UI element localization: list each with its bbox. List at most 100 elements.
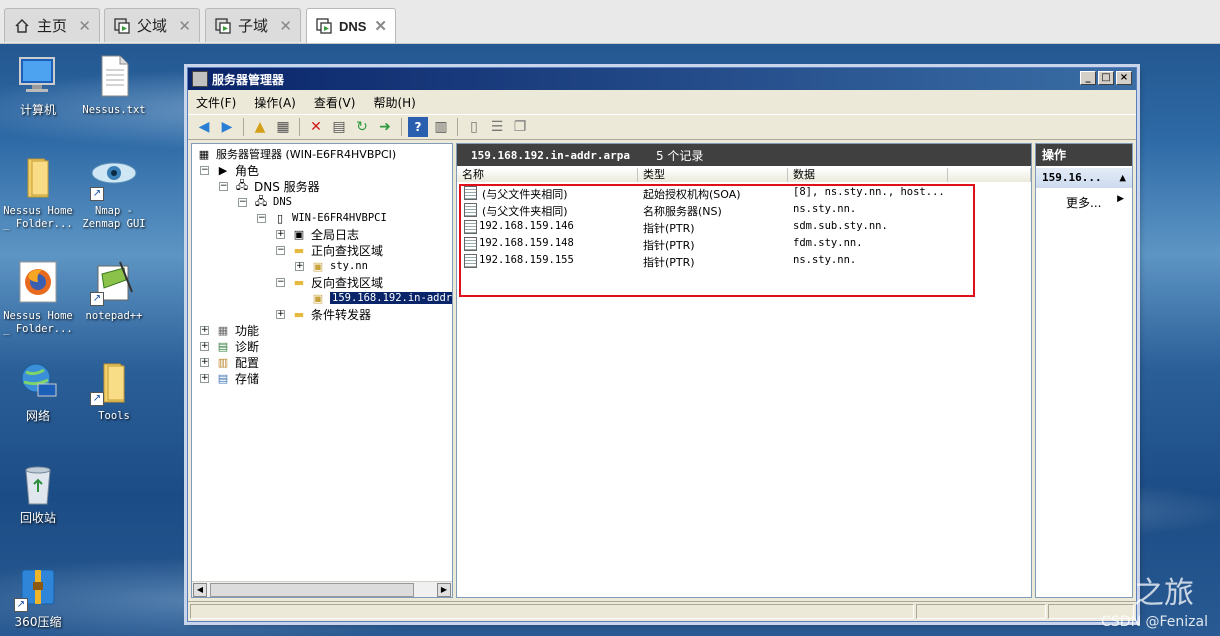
window-titlebar[interactable]: 服务器管理器 _ □ × xyxy=(188,68,1136,90)
desktop-icon-tools[interactable]: ↗ Tools xyxy=(74,358,154,423)
actions-pane: 操作 159.16... ▲ 更多... ▶ xyxy=(1035,143,1133,598)
tree-forward-zone-sty[interactable]: + ▣ sty.nn xyxy=(295,258,368,274)
up-folder-icon[interactable]: ▲ xyxy=(250,117,270,137)
text-file-icon xyxy=(90,52,138,100)
tree-dns-host[interactable]: − ▯ WIN-E6FR4HVBPCI xyxy=(257,210,387,226)
column-header-name[interactable]: 名称 xyxy=(457,168,638,182)
shortcut-arrow-icon: ↗ xyxy=(14,598,28,612)
diagnostics-icon: ▤ xyxy=(217,339,229,353)
event-log-icon: ▣ xyxy=(293,227,305,241)
delete-icon[interactable]: ✕ xyxy=(306,117,326,137)
vm-icon xyxy=(315,17,333,35)
tree-roles[interactable]: − ▶ 角色 xyxy=(200,162,259,178)
tree-dns-server-role[interactable]: − 🖧 DNS 服务器 xyxy=(219,178,320,194)
scroll-thumb[interactable] xyxy=(210,583,414,597)
maximize-button[interactable]: □ xyxy=(1098,71,1114,85)
collapse-icon[interactable]: − xyxy=(276,277,285,287)
refresh-icon[interactable]: ↻ xyxy=(352,117,372,137)
server-icon[interactable]: ▯ xyxy=(464,117,484,137)
close-icon[interactable]: ✕ xyxy=(374,17,387,35)
desktop-icon-notepadpp[interactable]: ↗ notepad++ xyxy=(74,258,154,323)
actions-header: 操作 xyxy=(1036,144,1132,166)
actions-section[interactable]: 159.16... ▲ xyxy=(1036,168,1132,188)
expand-icon[interactable]: + xyxy=(200,341,209,351)
help-icon[interactable]: ? xyxy=(408,117,428,137)
list-icon[interactable]: ☰ xyxy=(487,117,507,137)
minimize-button[interactable]: _ xyxy=(1080,71,1096,85)
expand-icon[interactable]: + xyxy=(276,309,285,319)
tree-reverse-zones[interactable]: − ▬ 反向查找区域 xyxy=(276,274,383,290)
properties-icon[interactable]: ▤ xyxy=(329,117,349,137)
menu-help[interactable]: 帮助(H) xyxy=(373,94,415,111)
tree-features[interactable]: + ▦ 功能 xyxy=(200,322,259,338)
folder-icon: ↗ xyxy=(90,358,138,406)
tree-configuration[interactable]: + ▥ 配置 xyxy=(200,354,259,370)
notepadpp-icon: ↗ xyxy=(90,258,138,306)
tab-home[interactable]: 主页 ✕ xyxy=(4,8,100,42)
export-list-icon[interactable]: ➜ xyxy=(375,117,395,137)
tab-child-domain[interactable]: 子域 ✕ xyxy=(205,8,301,42)
configuration-icon: ▥ xyxy=(217,355,229,369)
desktop-icon-network[interactable]: 网络 xyxy=(0,358,78,423)
tree-conditional-forwarders[interactable]: + ▬ 条件转发器 xyxy=(276,306,371,322)
show-hide-tree-icon[interactable]: ▦ xyxy=(273,117,293,137)
tab-dns[interactable]: DNS ✕ xyxy=(306,8,396,43)
expand-icon[interactable]: + xyxy=(200,325,209,335)
expand-icon[interactable]: + xyxy=(276,229,285,239)
tree-storage[interactable]: + ▤ 存储 xyxy=(200,370,259,386)
collapse-icon[interactable]: − xyxy=(219,181,228,191)
desktop-icon-nessus-folder-1[interactable]: Nessus Home _ Folder... xyxy=(0,153,78,231)
folder-icon: ▬ xyxy=(293,307,305,321)
tree-dns[interactable]: − 🖧 DNS xyxy=(238,194,292,210)
action-more[interactable]: 更多... ▶ xyxy=(1036,194,1132,211)
expand-icon[interactable]: + xyxy=(200,373,209,383)
back-icon[interactable]: ◀ xyxy=(194,117,214,137)
column-header-type[interactable]: 类型 xyxy=(638,168,788,182)
tree-horizontal-scrollbar[interactable]: ◀ ▶ xyxy=(192,581,452,597)
collapse-icon[interactable]: − xyxy=(238,197,247,207)
close-button[interactable]: × xyxy=(1116,71,1132,85)
tree-diagnostics[interactable]: + ▤ 诊断 xyxy=(200,338,259,354)
shortcut-arrow-icon: ↗ xyxy=(90,292,104,306)
menu-file[interactable]: 文件(F) xyxy=(196,94,236,111)
menu-action[interactable]: 操作(A) xyxy=(254,94,296,111)
tab-parent-domain[interactable]: 父域 ✕ xyxy=(104,8,200,42)
forward-icon[interactable]: ▶ xyxy=(217,117,237,137)
copy-icon[interactable]: ❐ xyxy=(510,117,530,137)
watermark: 之旅 CSDN @Fenizal xyxy=(1101,576,1208,630)
tree-global-logs[interactable]: + ▣ 全局日志 xyxy=(276,226,359,242)
dns-icon: 🖧 xyxy=(254,194,268,208)
collapse-icon[interactable]: − xyxy=(200,165,209,175)
record-count: 5 个记录 xyxy=(655,148,704,163)
desktop-icon-recycle-bin[interactable]: 回收站 xyxy=(0,460,78,525)
show-action-pane-icon[interactable]: ▥ xyxy=(431,117,451,137)
desktop-icon-360zip[interactable]: ↗ 360压缩 xyxy=(0,564,78,629)
close-icon[interactable]: ✕ xyxy=(178,17,191,35)
column-header-data[interactable]: 数据 xyxy=(788,168,948,182)
expand-icon[interactable]: + xyxy=(295,261,304,271)
folder-icon: ▬ xyxy=(293,275,305,289)
desktop-icon-computer[interactable]: 计算机 xyxy=(0,52,78,117)
tree-root[interactable]: ▦ 服务器管理器 (WIN-E6FR4HVBPCI) xyxy=(196,146,396,162)
zone-icon: ▣ xyxy=(312,291,324,305)
menu-bar: 文件(F) 操作(A) 查看(V) 帮助(H) xyxy=(188,92,1136,112)
firefox-icon xyxy=(14,258,62,306)
archive-icon: ↗ xyxy=(14,564,62,612)
recycle-bin-icon xyxy=(14,460,62,508)
scroll-left-icon[interactable]: ◀ xyxy=(193,583,207,597)
scroll-right-icon[interactable]: ▶ xyxy=(437,583,451,597)
close-icon[interactable]: ✕ xyxy=(279,17,292,35)
desktop-icon-nessus-txt[interactable]: Nessus.txt xyxy=(74,52,154,117)
close-icon[interactable]: ✕ xyxy=(78,17,91,35)
tree-forward-zones[interactable]: − ▬ 正向查找区域 xyxy=(276,242,383,258)
chevron-up-icon[interactable]: ▲ xyxy=(1119,168,1126,188)
desktop-icon-nessus-folder-2[interactable]: Nessus Home _ Folder... xyxy=(0,258,78,336)
vm-icon xyxy=(214,17,232,35)
tab-label: 子域 xyxy=(238,18,269,35)
tree-reverse-zone-selected[interactable]: ▣ 159.168.192.in-addr. xyxy=(310,290,452,306)
desktop-icon-nmap[interactable]: ↗ Nmap - Zenmap GUI xyxy=(74,153,154,231)
expand-icon[interactable]: + xyxy=(200,357,209,367)
collapse-icon[interactable]: − xyxy=(276,245,285,255)
menu-view[interactable]: 查看(V) xyxy=(314,94,356,111)
collapse-icon[interactable]: − xyxy=(257,213,266,223)
